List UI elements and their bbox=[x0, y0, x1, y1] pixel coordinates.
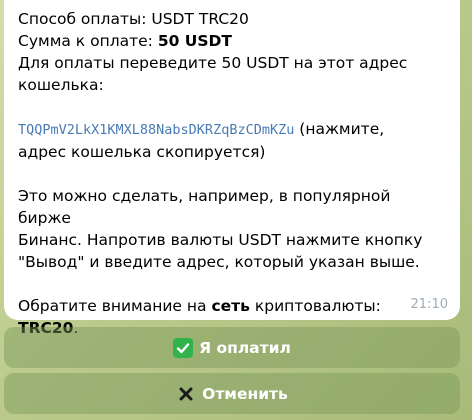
wallet-line: TQQPmV2LkX1KMXL88NabsDKRZqBzCDmKZu (нажм… bbox=[18, 118, 446, 141]
amount-line: Сумма к оплате: 50 USDT bbox=[18, 30, 446, 52]
instruction-line-1: Для оплаты переведите 50 USDT на этот ад… bbox=[18, 54, 408, 72]
payment-method-line: Способ оплаты: USDT TRC20 bbox=[18, 10, 249, 28]
paid-button[interactable]: Я оплатил bbox=[4, 327, 460, 368]
wallet-hint: (нажмите, bbox=[294, 120, 385, 138]
note-text-middle: криптовалюты: bbox=[249, 297, 381, 315]
check-mark-icon bbox=[173, 337, 194, 358]
note-network-word: сеть bbox=[211, 297, 250, 315]
cancel-button[interactable]: Отменить bbox=[4, 373, 460, 414]
instruction-line-2: кошелька: bbox=[18, 76, 104, 94]
exchange-tip-line-2: Бинанс. Напротив валюты USDT нажмите кно… bbox=[18, 231, 423, 249]
cancel-button-label: Отменить bbox=[202, 384, 288, 403]
note-text: Обратите внимание на bbox=[18, 297, 212, 315]
paid-button-label: Я оплатил bbox=[199, 338, 291, 357]
message-timestamp: 21:10 bbox=[410, 297, 448, 312]
message-bubble: Способ оплаты: USDT TRC20 Сумма к оплате… bbox=[4, 0, 460, 337]
amount-label: Сумма к оплате: bbox=[18, 32, 158, 50]
cross-icon bbox=[176, 384, 196, 404]
amount-value: 50 USDT bbox=[157, 32, 232, 50]
exchange-tip-line-1: Это можно сделать, например, в популярно… bbox=[18, 187, 391, 227]
exchange-tip-line-3: "Вывод" и введите адрес, который указан … bbox=[18, 253, 420, 271]
wallet-hint-continued: адрес кошелька скопируется) bbox=[18, 143, 266, 161]
wallet-address[interactable]: TQQPmV2LkX1KMXL88NabsDKRZqBzCDmKZu bbox=[18, 122, 294, 138]
